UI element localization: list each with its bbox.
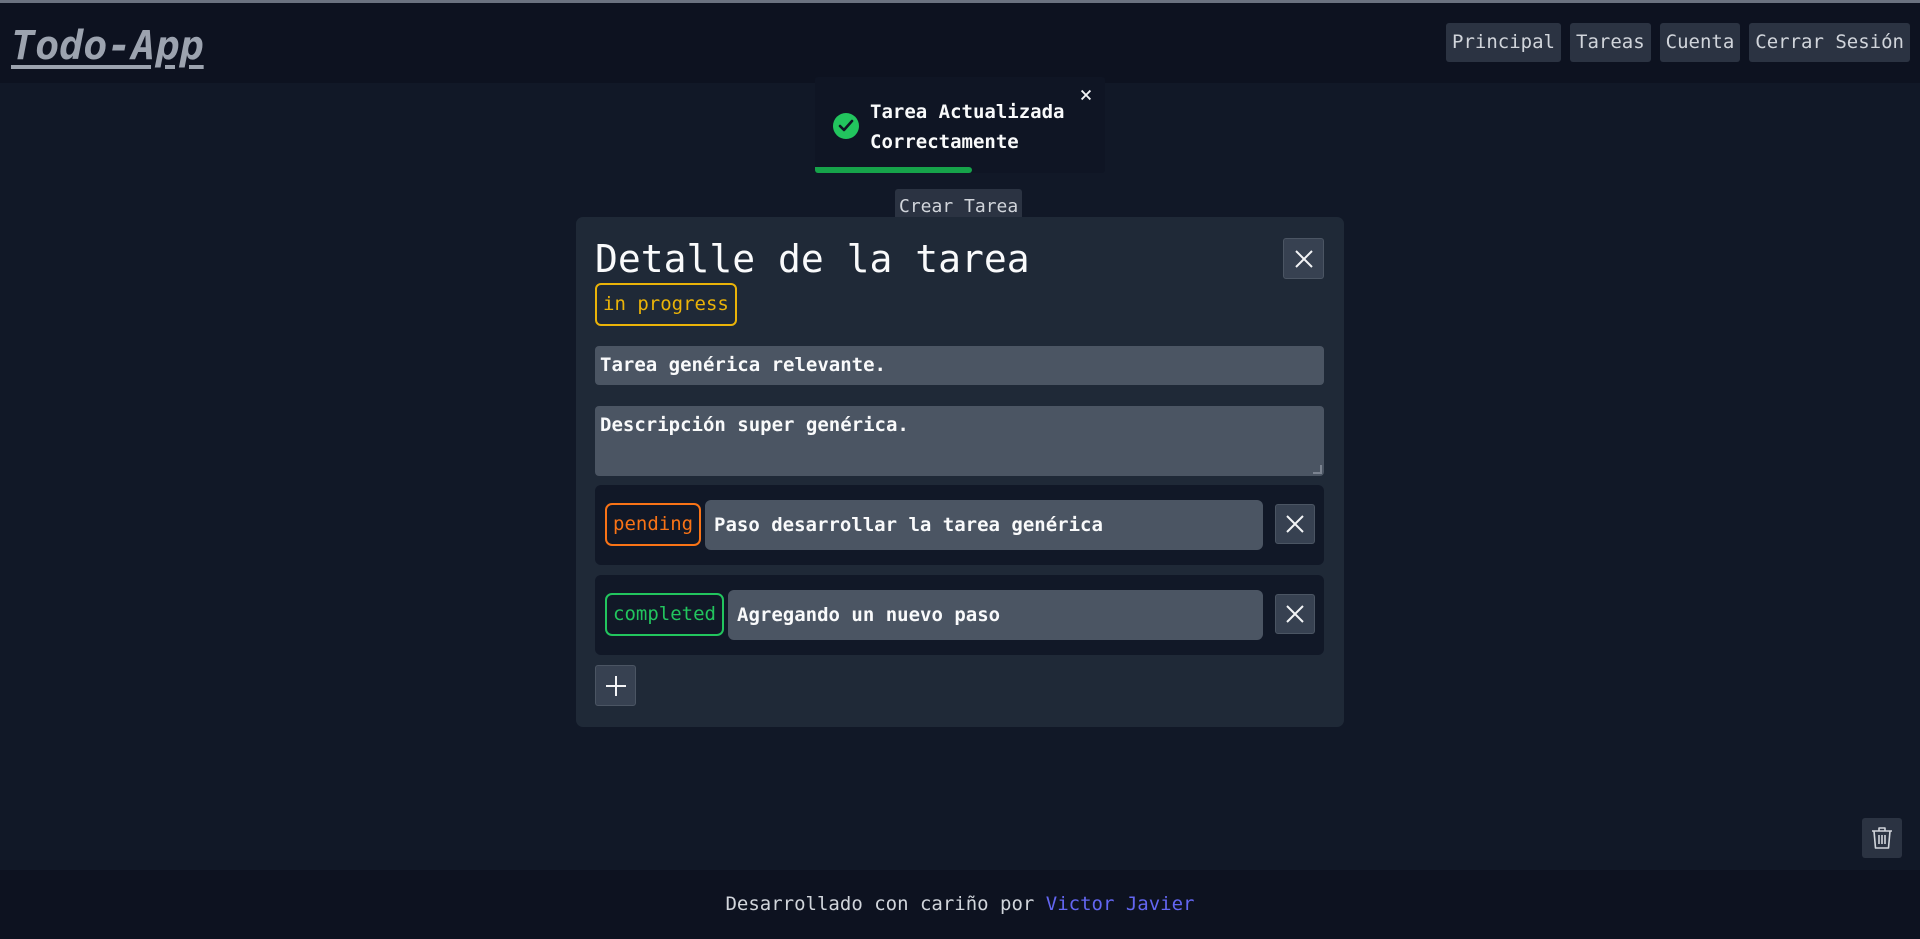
task-status-badge[interactable]: in progress [595, 283, 737, 326]
create-task-button[interactable]: Crear Tarea [895, 189, 1023, 220]
step-delete-button[interactable] [1275, 594, 1315, 634]
step-delete-button[interactable] [1275, 504, 1315, 544]
toast-progress-bar [815, 167, 972, 173]
step-item: completed Agregando un nuevo paso [595, 575, 1324, 655]
close-icon [1295, 250, 1313, 268]
step-text-input[interactable]: Agregando un nuevo paso [728, 590, 1263, 640]
step-item: pending Paso desarrollar la tarea genéri… [595, 485, 1324, 565]
trash-icon [1872, 827, 1892, 849]
nav-tareas-button[interactable]: Tareas [1570, 23, 1651, 62]
toast-close-icon[interactable]: × [1077, 85, 1095, 107]
toast-message: Tarea Actualizada Correctamente [870, 97, 1070, 157]
toast-line-2: Correctamente [870, 131, 1019, 153]
step-text-input[interactable]: Paso desarrollar la tarea genérica [705, 500, 1263, 550]
plus-icon [606, 676, 626, 696]
footer: Desarrollado con cariño por Victor Javie… [0, 870, 1920, 939]
author-link[interactable]: Victor Javier [1046, 893, 1195, 915]
footer-text: Desarrollado con cariño por [725, 893, 1046, 915]
nav-cuenta-button[interactable]: Cuenta [1659, 23, 1741, 62]
add-step-button[interactable] [595, 665, 636, 706]
task-title-input[interactable]: Tarea genérica relevante. [595, 346, 1324, 385]
main-nav: Principal Tareas Cuenta Cerrar Sesión [1446, 23, 1910, 62]
nav-logout-button[interactable]: Cerrar Sesión [1749, 23, 1910, 62]
resize-handle[interactable] [1313, 465, 1322, 474]
nav-principal-button[interactable]: Principal [1446, 23, 1561, 62]
success-toast: Tarea Actualizada Correctamente × [815, 77, 1105, 173]
close-icon [1286, 605, 1304, 623]
toast-line-1: Tarea Actualizada [870, 101, 1065, 123]
check-circle-icon [833, 113, 859, 139]
task-description-text: Descripción super genérica. [600, 414, 909, 436]
navbar: Todo-App Principal Tareas Cuenta Cerrar … [0, 3, 1920, 83]
task-description-textarea[interactable]: Descripción super genérica. [595, 406, 1324, 476]
step-status-badge[interactable]: pending [605, 503, 702, 546]
app-logo[interactable]: Todo-App [11, 23, 204, 69]
step-status-badge[interactable]: completed [605, 593, 724, 636]
task-detail-modal: Detalle de la tarea in progress Tarea ge… [576, 217, 1344, 727]
modal-title: Detalle de la tarea [595, 237, 1030, 281]
modal-close-button[interactable] [1283, 238, 1324, 279]
delete-task-button[interactable] [1862, 818, 1902, 858]
close-icon [1286, 515, 1304, 533]
